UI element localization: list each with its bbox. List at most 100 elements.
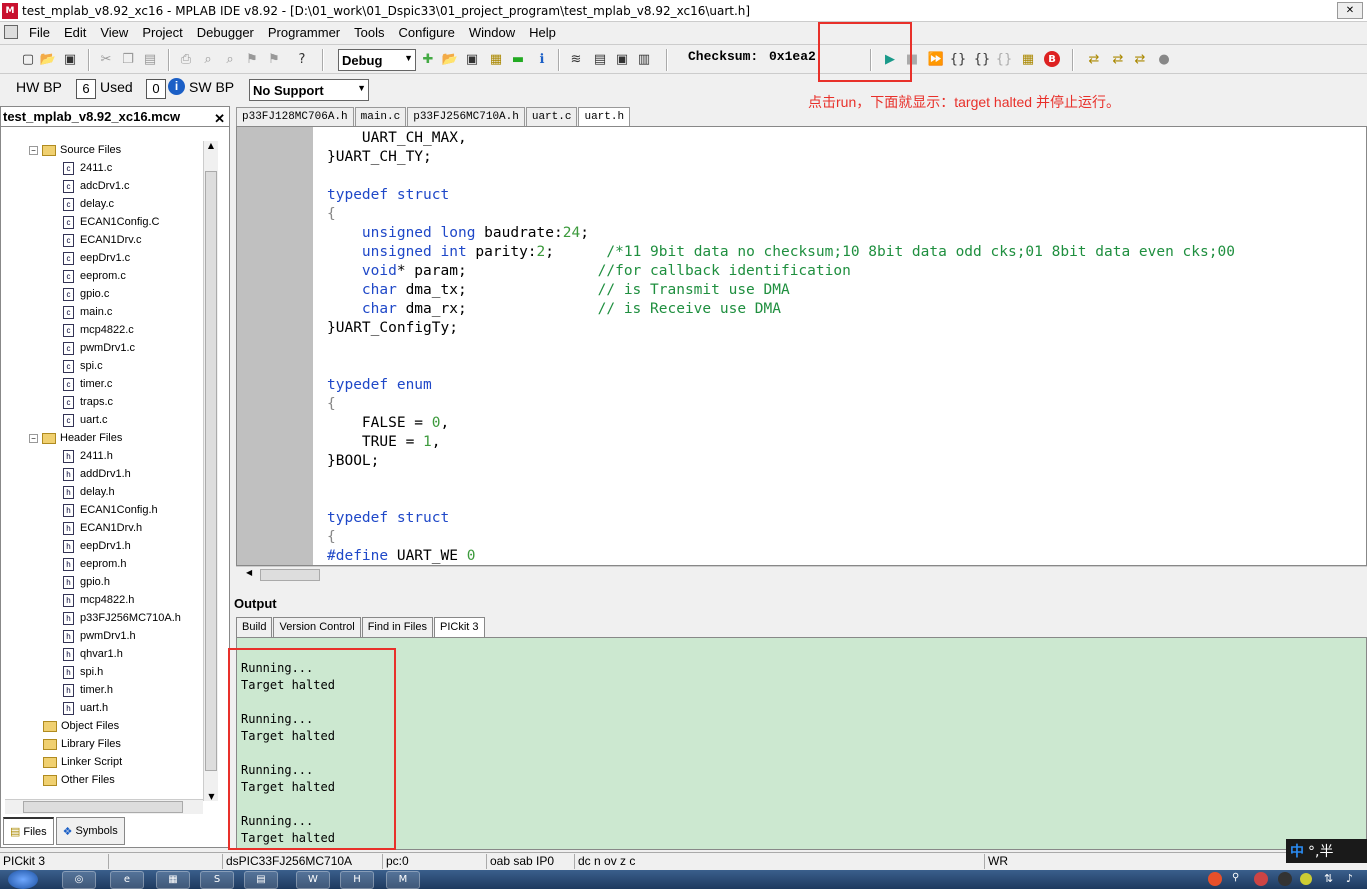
build-icon[interactable]: ▦: [488, 51, 504, 67]
next-bookmark-icon[interactable]: ⚑: [266, 51, 282, 67]
tree-file[interactable]: h 2411.h: [5, 447, 201, 465]
menu-configure[interactable]: Configure: [392, 25, 462, 40]
editor-tab-active[interactable]: uart.h: [578, 107, 631, 126]
explorer-icon[interactable]: ▤: [244, 871, 278, 889]
tree-file[interactable]: h ECAN1Drv.h: [5, 519, 201, 537]
scroll-thumb[interactable]: [23, 801, 183, 813]
find-icon[interactable]: ⌕: [200, 51, 216, 67]
editor-tab[interactable]: main.c: [354, 107, 407, 126]
step-out-icon[interactable]: {}: [996, 51, 1013, 67]
menu-edit[interactable]: Edit: [57, 25, 93, 40]
reset-icon[interactable]: ▦: [1020, 51, 1036, 67]
make-icon[interactable]: ▬: [510, 51, 526, 67]
save-project-icon[interactable]: ▣: [464, 51, 480, 67]
code-text[interactable]: UART_CH_MAX, }UART_CH_TY; typedef struct…: [327, 129, 1235, 565]
scroll-up-icon[interactable]: ▲: [204, 141, 218, 150]
tree-file[interactable]: h eepDrv1.h: [5, 537, 201, 555]
mplab-taskbar-icon[interactable]: M: [386, 871, 420, 889]
copy-icon[interactable]: ❐: [120, 51, 136, 67]
output-tab-pickit3[interactable]: PICkit 3: [433, 617, 485, 637]
tree-folder[interactable]: Other Files: [5, 771, 201, 789]
connect-icon[interactable]: ●: [1156, 51, 1172, 67]
menu-window[interactable]: Window: [462, 25, 522, 40]
tree-horizontal-scrollbar[interactable]: [5, 799, 203, 814]
print-icon[interactable]: ⎙: [178, 51, 194, 67]
verify-device-icon[interactable]: ⇄: [1132, 51, 1148, 67]
menu-debugger[interactable]: Debugger: [190, 25, 261, 40]
tab-symbols[interactable]: ❖ Symbols: [55, 817, 125, 845]
close-icon[interactable]: ✕: [214, 109, 225, 128]
tab-files[interactable]: ▤ Files: [3, 817, 54, 845]
close-window-button[interactable]: ✕: [1337, 2, 1363, 19]
bookmark-icon[interactable]: ⚑: [244, 51, 260, 67]
editor-tab[interactable]: uart.c: [525, 107, 578, 126]
watch-icon[interactable]: ▣: [614, 51, 630, 67]
tree-folder[interactable]: Linker Script: [5, 753, 201, 771]
paste-icon[interactable]: ▤: [142, 51, 158, 67]
tree-file[interactable]: c ECAN1Drv.c: [5, 231, 201, 249]
qq-icon[interactable]: [1254, 872, 1268, 886]
build-config-select[interactable]: Debug ▼: [338, 49, 416, 71]
editor-gutter[interactable]: [237, 127, 313, 565]
tree-file[interactable]: c adcDrv1.c: [5, 177, 201, 195]
editor-tab[interactable]: p33FJ128MC706A.h: [236, 107, 354, 126]
tree-file[interactable]: h p33FJ256MC710A.h: [5, 609, 201, 627]
chrome-icon[interactable]: ◎: [62, 871, 96, 889]
open-project-icon[interactable]: 📂: [442, 51, 458, 67]
start-button-icon[interactable]: [8, 870, 38, 889]
editor-horizontal-scrollbar[interactable]: ◀: [236, 566, 1367, 584]
menu-help[interactable]: Help: [522, 25, 563, 40]
new-file-icon[interactable]: ▢: [20, 51, 36, 67]
document-menu-icon[interactable]: [4, 25, 18, 39]
scroll-thumb[interactable]: [205, 171, 217, 771]
output-pane[interactable]: Running... Target halted Running... Target …: [236, 637, 1367, 850]
tree-folder[interactable]: Library Files: [5, 735, 201, 753]
hex-editor-icon[interactable]: H: [340, 871, 374, 889]
menu-tools[interactable]: Tools: [347, 25, 391, 40]
info-icon[interactable]: i: [168, 78, 185, 95]
breakpoint-icon[interactable]: B: [1044, 51, 1060, 67]
tree-folder[interactable]: − Source Files: [5, 141, 201, 159]
tree-file[interactable]: c spi.c: [5, 357, 201, 375]
memory-icon[interactable]: ▤: [592, 51, 608, 67]
tree-folder[interactable]: − Header Files: [5, 429, 201, 447]
tree-file[interactable]: c gpio.c: [5, 285, 201, 303]
ie-icon[interactable]: e: [110, 871, 144, 889]
network-icon[interactable]: ⚲: [1232, 872, 1244, 886]
collapse-icon[interactable]: −: [29, 145, 38, 155]
tree-file[interactable]: c eepDrv1.c: [5, 249, 201, 267]
sw-bp-select[interactable]: No Support ▼: [249, 79, 369, 101]
registers-icon[interactable]: ▥: [636, 51, 652, 67]
tree-file[interactable]: c mcp4822.c: [5, 321, 201, 339]
cut-icon[interactable]: ✂: [98, 51, 114, 67]
tree-file[interactable]: h uart.h: [5, 699, 201, 717]
menu-file[interactable]: File: [22, 25, 57, 40]
tree-file[interactable]: h mcp4822.h: [5, 591, 201, 609]
tree-file[interactable]: h delay.h: [5, 483, 201, 501]
volume-icon[interactable]: ♪: [1346, 872, 1362, 886]
code-editor[interactable]: UART_CH_MAX, }UART_CH_TY; typedef struct…: [236, 126, 1367, 566]
tree-file[interactable]: c ECAN1Config.C: [5, 213, 201, 231]
tree-file[interactable]: c traps.c: [5, 393, 201, 411]
animate-icon[interactable]: ⏩: [928, 51, 944, 67]
tree-file[interactable]: h gpio.h: [5, 573, 201, 591]
tree-file[interactable]: h spi.h: [5, 663, 201, 681]
tree-file[interactable]: c timer.c: [5, 375, 201, 393]
tree-file[interactable]: h qhvar1.h: [5, 645, 201, 663]
help-icon[interactable]: ?: [294, 51, 310, 67]
read-device-icon[interactable]: ⇄: [1110, 51, 1126, 67]
output-tab-find-in-files[interactable]: Find in Files: [361, 617, 433, 637]
editor-tab[interactable]: p33FJ256MC710A.h: [407, 107, 525, 126]
network-status-icon[interactable]: ⇅: [1324, 872, 1340, 886]
menu-project[interactable]: Project: [135, 25, 189, 40]
tree-file[interactable]: c uart.c: [5, 411, 201, 429]
tree-file[interactable]: h timer.h: [5, 681, 201, 699]
tree-folder[interactable]: Object Files: [5, 717, 201, 735]
save-icon[interactable]: ▣: [62, 51, 78, 67]
stack-icon[interactable]: ≋: [568, 51, 584, 67]
ime-indicator[interactable]: 中 °,半: [1286, 839, 1367, 863]
step-into-icon[interactable]: {}: [950, 51, 967, 67]
info-icon[interactable]: ℹ: [534, 51, 550, 67]
program-device-icon[interactable]: ⇄: [1086, 51, 1102, 67]
tree-file[interactable]: h ECAN1Config.h: [5, 501, 201, 519]
